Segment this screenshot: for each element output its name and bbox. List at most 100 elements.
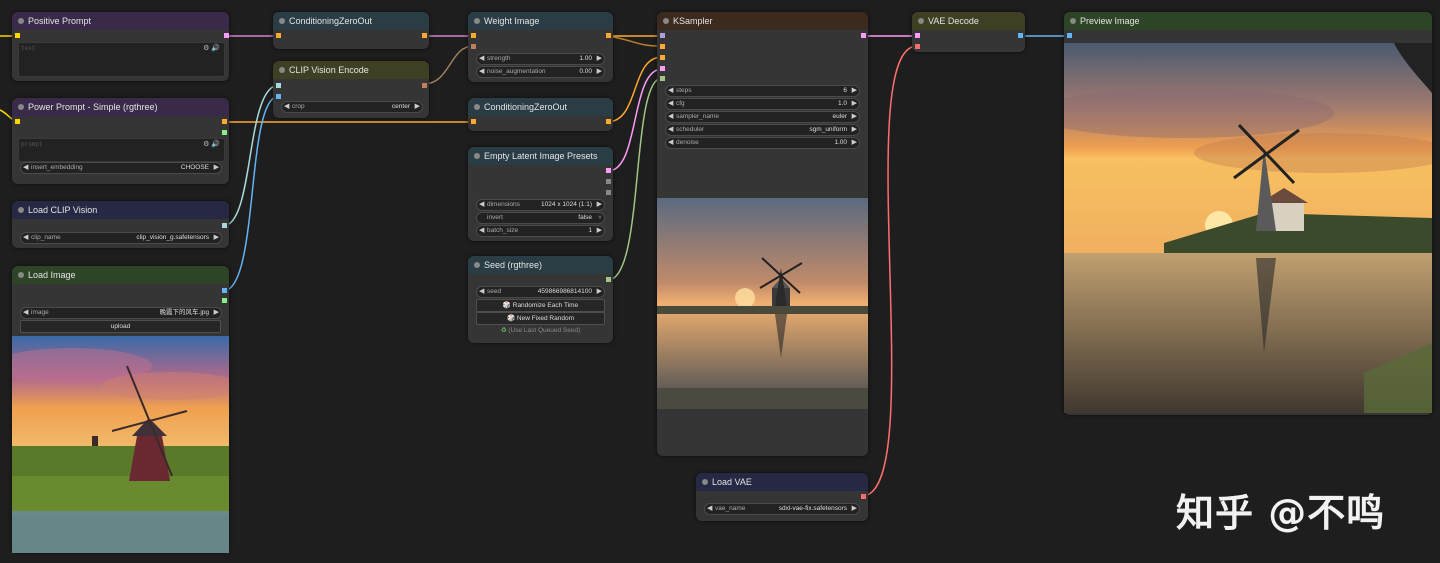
output-port-clip-vision-output[interactable] (422, 83, 427, 88)
randomize-each-time-button[interactable]: 🎲 Randomize Each Time (476, 299, 605, 312)
output-port-conditioning[interactable] (224, 33, 229, 38)
node-load-vae[interactable]: Load VAE ◀ vae_name sdxl-vae-fix.safeten… (696, 473, 868, 521)
arrow-right-icon[interactable]: ▶ (214, 233, 219, 243)
output-port-conditioning[interactable] (222, 119, 227, 124)
arrow-right-icon[interactable]: ▶ (214, 308, 219, 318)
steps-number[interactable]: ◀ steps 6 ▶ (665, 85, 860, 97)
input-port-clip-vision-output[interactable] (471, 44, 476, 49)
output-port-width[interactable] (606, 179, 611, 184)
seed-number[interactable]: ◀ seed 459866986814100 ▶ (476, 286, 605, 298)
output-port-image[interactable] (222, 288, 227, 293)
arrow-right-icon[interactable]: ▶ (852, 99, 857, 109)
input-port-negative[interactable] (660, 55, 665, 60)
dimensions-combo[interactable]: ◀ dimensions 1024 x 1024 (1:1) ▶ (476, 199, 605, 211)
input-port-latent-image[interactable] (660, 66, 665, 71)
crop-combo[interactable]: ◀ crop center ▶ (281, 101, 423, 113)
output-port-conditioning[interactable] (422, 33, 427, 38)
input-port-vae[interactable] (915, 44, 920, 49)
arrow-left-icon[interactable]: ◀ (668, 86, 673, 96)
output-port-height[interactable] (606, 190, 611, 195)
node-ksampler[interactable]: KSampler ◀ steps 6 ▶ ◀ cfg 1.0 ▶ ◀ sampl… (657, 12, 868, 456)
arrow-right-icon[interactable]: ▶ (852, 125, 857, 135)
output-port-mask[interactable] (222, 298, 227, 303)
arrow-left-icon[interactable]: ◀ (479, 54, 484, 64)
prompt-textarea[interactable]: prompt ⚙ 🔊 (18, 138, 225, 162)
clip-name-combo[interactable]: ◀ clip_name clip_vision_g.safetensors ▶ (20, 232, 222, 244)
output-port-image[interactable] (1018, 33, 1023, 38)
vae-name-combo[interactable]: ◀ vae_name sdxl-vae-fix.safetensors ▶ (704, 503, 860, 515)
node-seed[interactable]: Seed (rgthree) ◀ seed 459866986814100 ▶ … (468, 256, 613, 343)
node-load-clip-vision[interactable]: Load CLIP Vision ◀ clip_name clip_vision… (12, 201, 229, 248)
arrow-left-icon[interactable]: ◀ (479, 226, 484, 236)
upload-button[interactable]: upload (20, 320, 221, 333)
output-port-latent[interactable] (861, 33, 866, 38)
output-port-conditioning[interactable] (606, 33, 611, 38)
arrow-left-icon[interactable]: ◀ (668, 138, 673, 148)
strength-slider[interactable]: ◀ strength 1.00 ▶ (476, 53, 605, 65)
invert-toggle[interactable]: invert false ● (476, 212, 605, 224)
arrow-left-icon[interactable]: ◀ (23, 233, 28, 243)
denoise-number[interactable]: ◀ denoise 1.00 ▶ (665, 137, 860, 149)
arrow-right-icon[interactable]: ▶ (597, 287, 602, 297)
arrow-right-icon[interactable]: ▶ (852, 138, 857, 148)
input-port-conditioning[interactable] (471, 33, 476, 38)
noise-augmentation-slider[interactable]: ◀ noise_augmentation 0.00 ▶ (476, 66, 605, 78)
arrow-right-icon[interactable]: ▶ (597, 200, 602, 210)
input-port-seed[interactable] (660, 76, 665, 81)
arrow-right-icon[interactable]: ▶ (597, 226, 602, 236)
node-load-image[interactable]: Load Image ◀ image 晚霞下的风车.jpg ▶ upload (12, 266, 229, 553)
new-fixed-random-button[interactable]: 🎲 New Fixed Random (476, 312, 605, 325)
node-weight-image[interactable]: Weight Image ◀ strength 1.00 ▶ ◀ noise_a… (468, 12, 613, 82)
node-positive-prompt[interactable]: Positive Prompt text ⚙ 🔊 (12, 12, 229, 81)
prompt-textarea[interactable]: text ⚙ 🔊 (18, 42, 225, 77)
arrow-right-icon[interactable]: ▶ (597, 54, 602, 64)
arrow-left-icon[interactable]: ◀ (479, 200, 484, 210)
arrow-right-icon[interactable]: ▶ (214, 163, 219, 173)
node-power-prompt[interactable]: Power Prompt - Simple (rgthree) prompt ⚙… (12, 98, 229, 184)
input-port-clip-vision[interactable] (276, 83, 281, 88)
settings-icon[interactable]: ⚙ 🔊 (203, 44, 220, 52)
node-conditioning-zero-out-1[interactable]: ConditioningZeroOut (273, 12, 429, 49)
node-empty-latent-image-presets[interactable]: Empty Latent Image Presets ◀ dimensions … (468, 147, 613, 241)
arrow-left-icon[interactable]: ◀ (668, 125, 673, 135)
input-port-model[interactable] (660, 33, 665, 38)
node-conditioning-zero-out-2[interactable]: ConditioningZeroOut (468, 98, 613, 131)
node-clip-vision-encode[interactable]: CLIP Vision Encode ◀ crop center ▶ (273, 61, 429, 118)
arrow-left-icon[interactable]: ◀ (284, 102, 289, 112)
input-port-conditioning[interactable] (471, 119, 476, 124)
arrow-left-icon[interactable]: ◀ (479, 67, 484, 77)
toggle-dot-icon[interactable]: ● (598, 213, 602, 223)
input-port-image[interactable] (276, 94, 281, 99)
insert-embedding-combo[interactable]: ◀ insert_embedding CHOOSE ▶ (20, 162, 222, 174)
output-port-text[interactable] (222, 130, 227, 135)
arrow-right-icon[interactable]: ▶ (852, 86, 857, 96)
arrow-left-icon[interactable]: ◀ (479, 287, 484, 297)
node-vae-decode[interactable]: VAE Decode (912, 12, 1025, 52)
arrow-left-icon[interactable]: ◀ (668, 99, 673, 109)
output-port-conditioning[interactable] (606, 119, 611, 124)
output-port-seed[interactable] (606, 277, 611, 282)
output-port-clip-vision[interactable] (222, 223, 227, 228)
arrow-right-icon[interactable]: ▶ (852, 504, 857, 514)
node-preview-image[interactable]: Preview Image (1064, 12, 1432, 415)
arrow-left-icon[interactable]: ◀ (668, 112, 673, 122)
input-port-opt-clip[interactable] (15, 119, 20, 124)
input-port-images[interactable] (1067, 33, 1072, 38)
input-port-positive[interactable] (660, 44, 665, 49)
batch-size-number[interactable]: ◀ batch_size 1 ▶ (476, 225, 605, 237)
arrow-left-icon[interactable]: ◀ (23, 308, 28, 318)
input-port-samples[interactable] (915, 33, 920, 38)
output-port-vae[interactable] (861, 494, 866, 499)
settings-icon[interactable]: ⚙ 🔊 (203, 140, 220, 148)
arrow-right-icon[interactable]: ▶ (852, 112, 857, 122)
arrow-right-icon[interactable]: ▶ (415, 102, 420, 112)
input-port-clip[interactable] (15, 33, 20, 38)
cfg-number[interactable]: ◀ cfg 1.0 ▶ (665, 98, 860, 110)
input-port-conditioning[interactable] (276, 33, 281, 38)
arrow-left-icon[interactable]: ◀ (707, 504, 712, 514)
use-last-queued-seed-button[interactable]: ♻ (Use Last Queued Seed) (476, 326, 605, 334)
output-port-latent[interactable] (606, 168, 611, 173)
scheduler-combo[interactable]: ◀ scheduler sgm_uniform ▶ (665, 124, 860, 136)
arrow-right-icon[interactable]: ▶ (597, 67, 602, 77)
sampler-name-combo[interactable]: ◀ sampler_name euler ▶ (665, 111, 860, 123)
